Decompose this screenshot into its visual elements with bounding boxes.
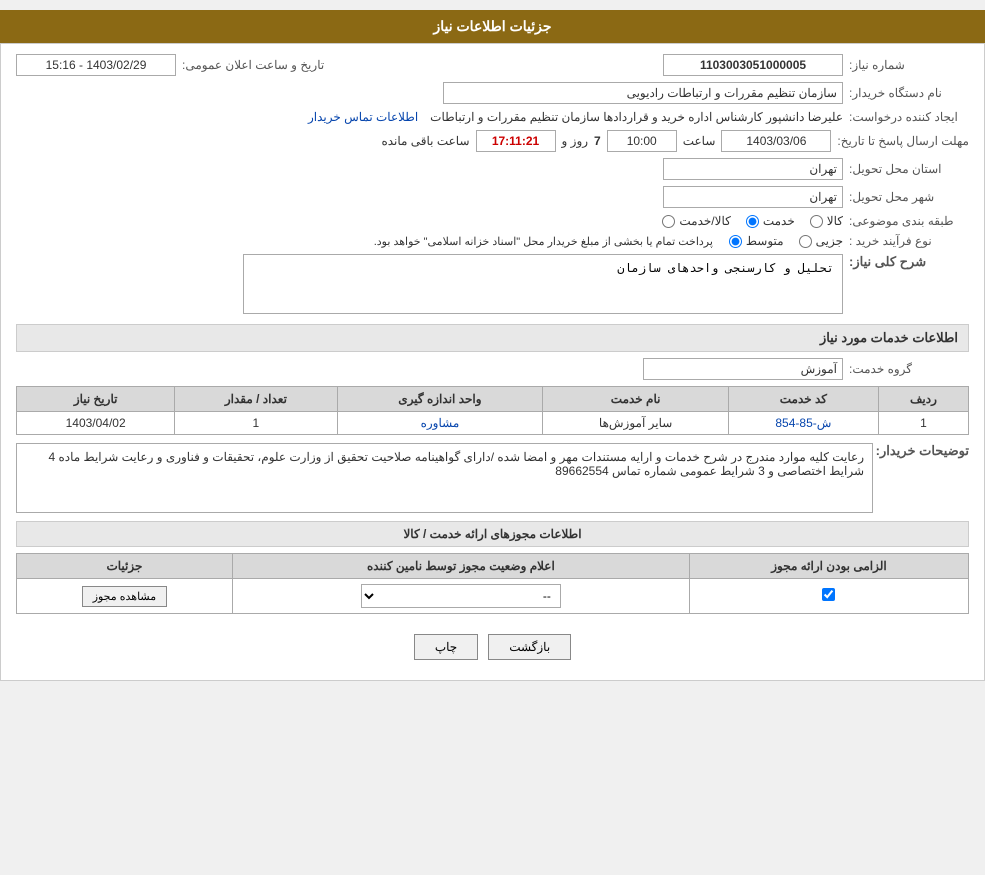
- col-code: کد خدمت: [728, 387, 878, 412]
- table-row: 1 ش-85-854 سایر آموزش‌ها مشاوره 1 1403/0…: [17, 412, 969, 435]
- page-title: جزئیات اطلاعات نیاز: [433, 18, 551, 34]
- permit-table-row: -- مشاهده مجوز: [17, 579, 969, 614]
- print-button[interactable]: چاپ: [414, 634, 478, 660]
- service-group-row: گروه خدمت: آموزش: [16, 358, 969, 380]
- cell-date: 1403/04/02: [17, 412, 175, 435]
- content-area: شماره نیاز: 1103003051000005 تاریخ و ساع…: [0, 43, 985, 681]
- kala-radio[interactable]: [810, 215, 823, 228]
- need-desc-label: شرح کلی نیاز:: [849, 254, 969, 270]
- deadline-time: 10:00: [607, 130, 677, 152]
- col-date: تاریخ نیاز: [17, 387, 175, 412]
- city-value: تهران: [663, 186, 843, 208]
- back-button[interactable]: بازگشت: [488, 634, 571, 660]
- org-name-row: نام دستگاه خریدار: سازمان تنظیم مقررات و…: [16, 82, 969, 104]
- creator-value: علیرضا دانشپور کارشناس اداره خرید و قرار…: [430, 110, 843, 124]
- permit-required-cell: [689, 579, 968, 614]
- creator-contact-link[interactable]: اطلاعات تماس خریدار: [308, 110, 418, 124]
- page-wrapper: جزئیات اطلاعات نیاز شماره نیاز: 11030030…: [0, 10, 985, 681]
- permit-status-cell: --: [232, 579, 689, 614]
- cell-unit: مشاوره: [337, 412, 543, 435]
- view-permit-button[interactable]: مشاهده مجوز: [82, 586, 167, 607]
- category-radio-group: کالا خدمت کالا/خدمت: [662, 214, 843, 228]
- permit-status-select[interactable]: --: [361, 584, 561, 608]
- buyer-desc-value: رعایت کلیه موارد مندرج در شرح خدمات و ار…: [16, 443, 873, 513]
- permit-col-status: اعلام وضعیت مجوز توسط نامین کننده: [232, 554, 689, 579]
- purchase-type-row: نوع فرآیند خرید : جزیی متوسط پرداخت تمام…: [16, 234, 969, 248]
- need-desc-textarea[interactable]: [243, 254, 843, 314]
- category-row: طبقه بندی موضوعی: کالا خدمت کالا/خدمت: [16, 214, 969, 228]
- jozi-label: جزیی: [816, 234, 843, 248]
- purchase-note: پرداخت تمام یا بخشی از مبلغ خریدار محل "…: [374, 235, 713, 248]
- cell-code: ش-85-854: [728, 412, 878, 435]
- radio-kala-khadamat: کالا/خدمت: [662, 214, 730, 228]
- col-unit: واحد اندازه گیری: [337, 387, 543, 412]
- radio-motawaset: متوسط: [729, 234, 784, 248]
- days-value: 7: [594, 134, 601, 148]
- col-row: ردیف: [878, 387, 968, 412]
- radio-jozi: جزیی: [799, 234, 843, 248]
- org-name-label: نام دستگاه خریدار:: [849, 86, 969, 100]
- buyer-desc-label: توضیحات خریدار:: [879, 443, 969, 459]
- days-label: روز و: [562, 134, 589, 148]
- deadline-label: مهلت ارسال پاسخ تا تاریخ:: [837, 134, 969, 148]
- motawaset-label: متوسط: [746, 234, 784, 248]
- time-label: ساعت: [683, 134, 716, 148]
- org-name-value: سازمان تنظیم مقررات و ارتباطات رادیویی: [443, 82, 843, 104]
- need-number-label: شماره نیاز:: [849, 58, 969, 72]
- purchase-type-label: نوع فرآیند خرید :: [849, 234, 969, 248]
- motawaset-radio[interactable]: [729, 235, 742, 248]
- cell-row: 1: [878, 412, 968, 435]
- province-value: تهران: [663, 158, 843, 180]
- service-group-label: گروه خدمت:: [849, 362, 969, 376]
- services-table: ردیف کد خدمت نام خدمت واحد اندازه گیری ت…: [16, 386, 969, 435]
- time-remaining: 17:11:21: [476, 130, 556, 152]
- khadamat-radio[interactable]: [746, 215, 759, 228]
- creator-label: ایجاد کننده درخواست:: [849, 110, 969, 124]
- buyer-desc-row: توضیحات خریدار: رعایت کلیه موارد مندرج د…: [16, 443, 969, 513]
- radio-kala: کالا: [810, 214, 843, 228]
- creator-row: ایجاد کننده درخواست: علیرضا دانشپور کارش…: [16, 110, 969, 124]
- col-name: نام خدمت: [543, 387, 729, 412]
- time-remaining-label: ساعت باقی مانده: [381, 134, 469, 148]
- deadline-date: 1403/03/06: [721, 130, 831, 152]
- city-row: شهر محل تحویل: تهران: [16, 186, 969, 208]
- jozi-radio[interactable]: [799, 235, 812, 248]
- date-announce-value: 1403/02/29 - 15:16: [16, 54, 176, 76]
- permit-table: الزامی بودن ارائه مجوز اعلام وضعیت مجوز …: [16, 553, 969, 614]
- services-section-title: اطلاعات خدمات مورد نیاز: [16, 324, 969, 352]
- khadamat-label: خدمت: [763, 214, 795, 228]
- radio-khadamat: خدمت: [746, 214, 795, 228]
- province-row: استان محل تحویل: تهران: [16, 158, 969, 180]
- cell-count: 1: [175, 412, 337, 435]
- permit-details-cell: مشاهده مجوز: [17, 579, 233, 614]
- service-group-value: آموزش: [643, 358, 843, 380]
- city-label: شهر محل تحویل:: [849, 190, 969, 204]
- kala-label: کالا: [827, 214, 843, 228]
- purchase-type-radio-group: جزیی متوسط: [729, 234, 843, 248]
- page-header: جزئیات اطلاعات نیاز: [0, 10, 985, 43]
- button-row: بازگشت چاپ: [16, 624, 969, 670]
- kala-khadamat-radio[interactable]: [662, 215, 675, 228]
- need-number-value: 1103003051000005: [663, 54, 843, 76]
- need-desc-row: شرح کلی نیاز:: [16, 254, 969, 314]
- cell-name: سایر آموزش‌ها: [543, 412, 729, 435]
- permit-col-required: الزامی بودن ارائه مجوز: [689, 554, 968, 579]
- category-label: طبقه بندی موضوعی:: [849, 214, 969, 228]
- province-label: استان محل تحویل:: [849, 162, 969, 176]
- permit-required-checkbox[interactable]: [822, 588, 835, 601]
- date-announce-label: تاریخ و ساعت اعلان عمومی:: [182, 58, 342, 72]
- col-count: تعداد / مقدار: [175, 387, 337, 412]
- permit-section-title: اطلاعات مجوزهای ارائه خدمت / کالا: [16, 521, 969, 547]
- kala-khadamat-label: کالا/خدمت: [679, 214, 730, 228]
- deadline-row: مهلت ارسال پاسخ تا تاریخ: 1403/03/06 ساع…: [16, 130, 969, 152]
- need-number-row: شماره نیاز: 1103003051000005 تاریخ و ساع…: [16, 54, 969, 76]
- permit-col-details: جزئیات: [17, 554, 233, 579]
